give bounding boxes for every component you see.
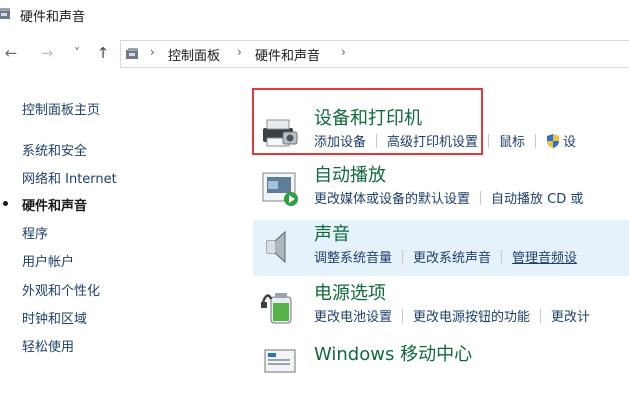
- sidebar-item-appearance[interactable]: 外观和个性化: [22, 280, 100, 299]
- link-divider: [402, 250, 404, 264]
- category-links: 更改媒体或设备的默认设置 自动播放 CD 或: [314, 188, 583, 207]
- change-sleep-link[interactable]: 更改计: [551, 310, 590, 325]
- back-button[interactable]: ←: [0, 38, 22, 68]
- sound-link[interactable]: 声音: [314, 220, 350, 246]
- title-bar: 硬件和声音: [0, 0, 629, 30]
- autoplay-link[interactable]: 自动播放: [314, 161, 386, 187]
- current-item-bullet-icon: [3, 201, 8, 206]
- link-divider: [488, 134, 490, 148]
- up-button[interactable]: ↑: [92, 38, 114, 68]
- mouse-link[interactable]: 鼠标: [499, 135, 525, 150]
- breadcrumb-control-panel[interactable]: 控制面板: [168, 45, 220, 64]
- autoplay-cd-link[interactable]: 自动播放 CD 或: [491, 192, 583, 207]
- speaker-icon: [266, 230, 286, 264]
- power-options-link[interactable]: 电源选项: [314, 279, 386, 305]
- back-arrow-icon: ←: [4, 44, 18, 62]
- manage-audio-devices-link[interactable]: 管理音频设: [512, 251, 577, 266]
- change-battery-settings-link[interactable]: 更改电池设置: [314, 310, 392, 325]
- category-links: 更改电池设置 更改电源按钮的功能 更改计: [314, 306, 590, 325]
- navigation-bar: ← → ˅ ↑ › 控制面板 › 硬件和声音 ›: [0, 38, 629, 68]
- control-panel-icon: [0, 8, 10, 19]
- category-sound: 声音 调整系统音量 更改系统声音 管理音频设: [253, 220, 629, 276]
- annotation-highlight-box: [252, 88, 483, 155]
- link-divider: [480, 191, 482, 205]
- sidebar-item-clock-region[interactable]: 时钟和区域: [22, 308, 87, 327]
- window-title: 硬件和声音: [20, 10, 86, 25]
- up-arrow-icon: ↑: [96, 44, 110, 62]
- breadcrumb-separator-icon[interactable]: ›: [237, 45, 242, 59]
- link-divider: [540, 309, 542, 323]
- category-mobility-center: Windows 移动中心: [253, 338, 629, 394]
- mobility-icon: [264, 349, 296, 373]
- sidebar-item-ease-of-access[interactable]: 轻松使用: [22, 336, 74, 355]
- sidebar-item-programs[interactable]: 程序: [22, 223, 48, 242]
- category-links: 调整系统音量 更改系统声音 管理音频设: [314, 247, 577, 266]
- mobility-center-link[interactable]: Windows 移动中心: [314, 340, 472, 366]
- category-power-options: 电源选项 更改电池设置 更改电源按钮的功能 更改计: [253, 279, 629, 335]
- sidebar-item-hardware-sound: 硬件和声音: [22, 199, 88, 214]
- sidebar-item-network[interactable]: 网络和 Internet: [22, 168, 117, 187]
- autoplay-icon: [262, 172, 298, 206]
- category-autoplay: 自动播放 更改媒体或设备的默认设置 自动播放 CD 或: [253, 161, 629, 217]
- link-divider: [402, 309, 404, 323]
- uac-shield-icon: [547, 134, 560, 148]
- recent-locations-button[interactable]: ˅: [66, 38, 88, 68]
- change-system-sounds-link[interactable]: 更改系统声音: [413, 251, 491, 266]
- power-icon: [261, 293, 292, 324]
- sidebar-item-system-security[interactable]: 系统和安全: [22, 140, 87, 159]
- address-bar[interactable]: › 控制面板 › 硬件和声音 ›: [120, 40, 629, 68]
- breadcrumb-hardware-and-sound[interactable]: 硬件和声音: [255, 45, 320, 64]
- change-power-buttons-link[interactable]: 更改电源按钮的功能: [413, 310, 530, 325]
- breadcrumb-separator-icon[interactable]: ›: [341, 45, 346, 59]
- control-panel-icon: [126, 48, 138, 59]
- link-divider: [535, 134, 537, 148]
- device-manager-link[interactable]: 设: [563, 135, 576, 150]
- breadcrumb-separator-icon[interactable]: ›: [150, 45, 155, 59]
- forward-arrow-icon: →: [40, 44, 54, 62]
- link-divider: [501, 250, 503, 264]
- forward-button[interactable]: →: [36, 38, 58, 68]
- change-media-defaults-link[interactable]: 更改媒体或设备的默认设置: [314, 192, 470, 207]
- sidebar-item-user-accounts[interactable]: 用户帐户: [22, 251, 74, 270]
- adjust-volume-link[interactable]: 调整系统音量: [314, 251, 392, 266]
- chevron-down-icon: ˅: [74, 46, 80, 60]
- sidebar-item-home[interactable]: 控制面板主页: [22, 99, 100, 118]
